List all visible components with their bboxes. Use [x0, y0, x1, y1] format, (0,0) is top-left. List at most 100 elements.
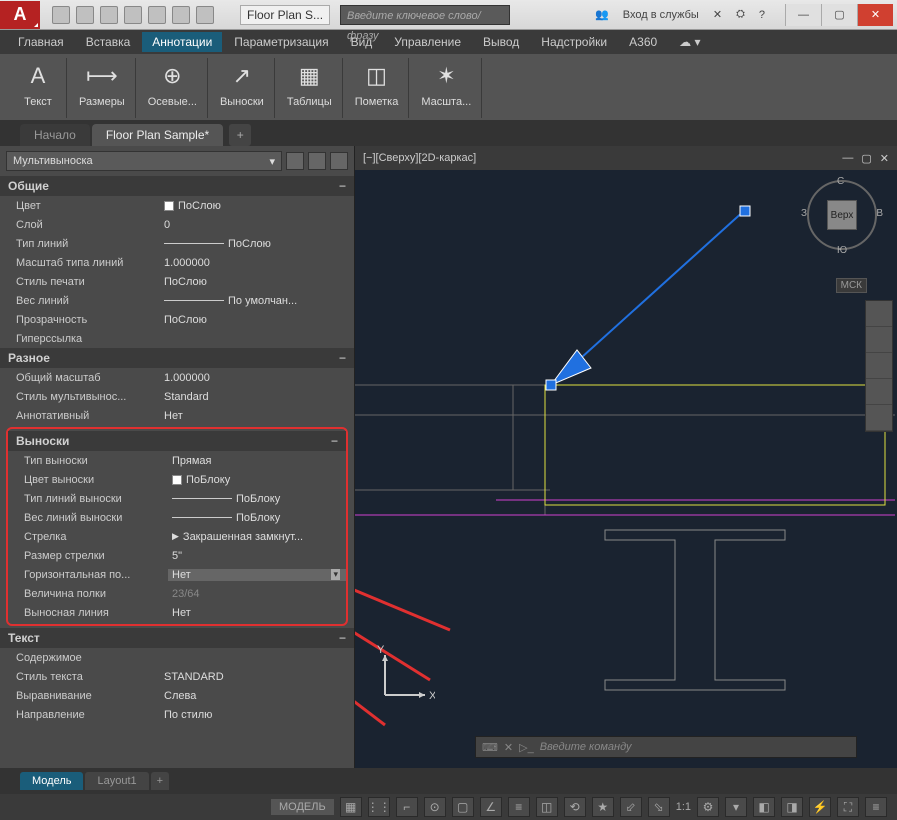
menu-вывод[interactable]: Вывод	[473, 32, 529, 52]
vp-close-icon[interactable]: ✕	[880, 152, 889, 165]
new-tab-button[interactable]: +	[229, 124, 251, 146]
prop-value[interactable]: ПоСлою	[160, 276, 354, 288]
prop-value[interactable]: ПоСлою	[160, 238, 354, 250]
prop-value[interactable]: ▶Закрашенная замкнут...	[168, 531, 346, 543]
add-layout-button[interactable]: +	[151, 772, 169, 790]
anno-scale-icon[interactable]: ⬃	[620, 797, 642, 817]
command-line[interactable]: ⌨ ✕ ▷_ Введите команду	[475, 736, 857, 758]
start-tab[interactable]: Начало	[20, 124, 90, 146]
ribbon-пометка[interactable]: ◫Пометка	[345, 58, 410, 118]
prop-value[interactable]: Слева	[160, 690, 354, 702]
prop-value[interactable]: 5"	[168, 550, 346, 562]
zoom-icon[interactable]	[866, 353, 892, 379]
cleanscreen-icon[interactable]: ⛶	[837, 797, 859, 817]
grid-icon[interactable]: ▦	[340, 797, 362, 817]
prop-value[interactable]: ПоСлою	[160, 200, 354, 212]
ribbon-размеры[interactable]: ⟼Размеры	[69, 58, 136, 118]
help-icon[interactable]: ?	[755, 9, 769, 21]
workspace-icon[interactable]: ⚙	[697, 797, 719, 817]
prop-value[interactable]: ПоБлоку	[168, 493, 346, 505]
otrack-icon[interactable]: ∠	[480, 797, 502, 817]
open-icon[interactable]	[76, 6, 94, 24]
steering-wheel-icon[interactable]	[866, 301, 892, 327]
drawing-viewport[interactable]: [−][Сверху][2D-каркас] — ▢ ✕	[355, 146, 897, 768]
viewcube[interactable]: Верх С В Ю З	[807, 180, 877, 250]
prop-value[interactable]: По умолчан...	[160, 295, 354, 307]
ribbon-выноски[interactable]: ↗Выноски	[210, 58, 275, 118]
prop-value[interactable]: 23/64	[168, 588, 346, 600]
canvas[interactable]: Верх С В Ю З МСК X	[355, 170, 897, 768]
section-Текст[interactable]: Текст−	[0, 628, 354, 648]
object-type-select[interactable]: Мультивыноска▾	[6, 151, 282, 171]
undo-icon[interactable]	[172, 6, 190, 24]
section-Разное[interactable]: Разное−	[0, 348, 354, 368]
transparency-icon[interactable]: ◫	[536, 797, 558, 817]
app-menu-button[interactable]: A	[0, 1, 40, 29]
ribbon-масшта[interactable]: ✶Масшта...	[411, 58, 482, 118]
prop-value[interactable]: По стилю	[160, 709, 354, 721]
prop-value[interactable]: 1.000000	[160, 372, 354, 384]
polar-icon[interactable]: ⊙	[424, 797, 446, 817]
print-icon[interactable]	[148, 6, 166, 24]
prop-value[interactable]: Нет	[168, 607, 346, 619]
saveas-icon[interactable]	[124, 6, 142, 24]
document-tab-active[interactable]: Floor Plan Sample*	[92, 124, 223, 146]
new-icon[interactable]	[52, 6, 70, 24]
isolate-icon[interactable]: ◨	[781, 797, 803, 817]
menu-вставка[interactable]: Вставка	[76, 32, 141, 52]
save-icon[interactable]	[100, 6, 118, 24]
close-button[interactable]: ✕	[857, 4, 893, 26]
customize-icon[interactable]: ≡	[865, 797, 887, 817]
ortho-icon[interactable]: ⌐	[396, 797, 418, 817]
anno-visibility-icon[interactable]: ⬂	[648, 797, 670, 817]
menu-аннотации[interactable]: Аннотации	[142, 32, 222, 52]
prop-value[interactable]: Прямая	[168, 455, 346, 467]
menu-a360[interactable]: A360	[619, 32, 667, 52]
prop-value[interactable]: Standard	[160, 391, 354, 403]
search-input[interactable]: Введите ключевое слово/фразу	[340, 5, 510, 25]
showmotion-icon[interactable]	[866, 405, 892, 431]
prop-value[interactable]: STANDARD	[160, 671, 354, 683]
menu-надстройки[interactable]: Надстройки	[531, 32, 617, 52]
ribbon-осевые[interactable]: ⊕Осевые...	[138, 58, 208, 118]
ribbon-текст[interactable]: AТекст	[10, 58, 67, 118]
cmd-close-icon[interactable]: ✕	[504, 741, 513, 754]
orbit-icon[interactable]	[866, 379, 892, 405]
section-Общие[interactable]: Общие−	[0, 176, 354, 196]
menu-главная[interactable]: Главная	[8, 32, 74, 52]
wcs-label[interactable]: МСК	[836, 278, 867, 293]
prop-value[interactable]: ПоБлоку	[168, 474, 346, 486]
viewport-label[interactable]: [−][Сверху][2D-каркас]	[363, 152, 476, 164]
signin-button[interactable]: Вход в службы	[619, 9, 703, 21]
prop-value[interactable]: 0	[160, 219, 354, 231]
a360-icon[interactable]: ⛭	[732, 8, 749, 21]
prop-value[interactable]: Нет	[160, 410, 354, 422]
annotation-monitor-icon[interactable]: ★	[592, 797, 614, 817]
hardware-accel-icon[interactable]: ⚡	[809, 797, 831, 817]
scale-label[interactable]: 1:1	[676, 801, 691, 813]
vp-minimize-icon[interactable]: —	[842, 152, 853, 165]
vp-maximize-icon[interactable]: ▢	[861, 152, 871, 165]
status-model-button[interactable]: МОДЕЛЬ	[271, 799, 334, 815]
cmd-tools-icon[interactable]: ⌨	[482, 741, 498, 754]
maximize-button[interactable]: ▢	[821, 4, 857, 26]
snap-icon[interactable]: ⋮⋮	[368, 797, 390, 817]
menu-управление[interactable]: Управление	[384, 32, 471, 52]
quickprops-icon[interactable]: ◧	[753, 797, 775, 817]
prop-value[interactable]: ПоСлою	[160, 314, 354, 326]
minimize-button[interactable]: —	[785, 4, 821, 26]
selectobj-icon[interactable]	[330, 152, 348, 170]
featured-apps-icon[interactable]: ☁ ▾	[669, 32, 710, 52]
pickadd-icon[interactable]	[308, 152, 326, 170]
menu-вид[interactable]: Вид	[341, 32, 383, 52]
redo-icon[interactable]	[196, 6, 214, 24]
exchange-icon[interactable]: ✕	[709, 8, 726, 21]
prop-value[interactable]: Нет	[168, 569, 346, 581]
prop-value[interactable]: 1.000000	[160, 257, 354, 269]
selection-cycling-icon[interactable]: ⟲	[564, 797, 586, 817]
ribbon-таблицы[interactable]: ▦Таблицы	[277, 58, 343, 118]
layout-tab[interactable]: Layout1	[85, 772, 148, 790]
pan-icon[interactable]	[866, 327, 892, 353]
lineweight-icon[interactable]: ≡	[508, 797, 530, 817]
model-tab[interactable]: Модель	[20, 772, 83, 790]
